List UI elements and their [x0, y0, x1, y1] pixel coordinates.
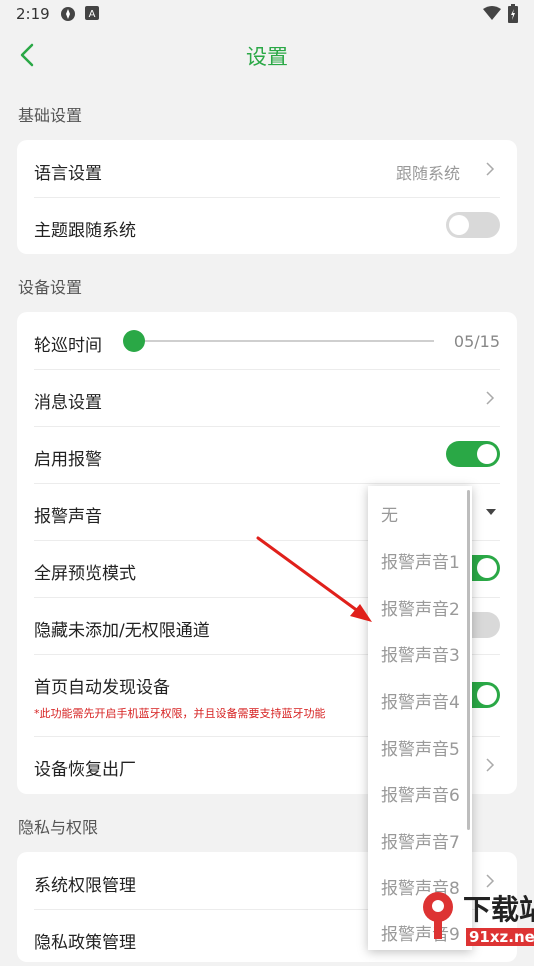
app-bar: 设置 — [0, 30, 534, 82]
chevron-right-icon — [486, 391, 495, 405]
language-settings-label: 语言设置 — [34, 164, 102, 184]
toggle-knob — [449, 215, 469, 235]
dropdown-option[interactable]: 报警声音2 — [381, 595, 460, 620]
dropdown-option[interactable]: 报警声音7 — [381, 828, 460, 853]
dropdown-option[interactable]: 报警声音4 — [381, 688, 460, 713]
section-title-privacy: 隐私与权限 — [18, 818, 99, 837]
theme-follow-system-row: 主题跟随系统 — [17, 197, 517, 254]
dropdown-option[interactable]: 无 — [381, 501, 398, 526]
dropdown-option[interactable]: 报警声音1 — [381, 548, 460, 573]
hide-channels-label: 隐藏未添加/无权限通道 — [34, 621, 210, 641]
app-notification-icon — [61, 7, 75, 21]
watermark-logo — [423, 892, 453, 939]
message-settings-label: 消息设置 — [34, 393, 102, 413]
toggle-knob — [477, 444, 497, 464]
red-arrow-annotation — [256, 536, 372, 622]
dropdown-option[interactable]: 报警声音6 — [381, 781, 460, 806]
watermark-title: 下载站 — [463, 893, 534, 926]
status-time: 2:19 — [16, 5, 50, 23]
theme-follow-system-label: 主题跟随系统 — [34, 221, 136, 241]
chevron-right-icon — [486, 874, 495, 888]
patrol-time-slider-thumb[interactable] — [123, 330, 145, 352]
theme-follow-system-toggle[interactable] — [446, 212, 500, 238]
section-title-basic: 基础设置 — [18, 106, 83, 125]
language-settings-value: 跟随系统 — [395, 164, 460, 183]
privacy-policy-label: 隐私政策管理 — [34, 933, 136, 953]
chevron-right-icon — [486, 162, 495, 176]
patrol-time-value: 05/15 — [453, 332, 500, 351]
watermark-url: 91xz.net — [466, 928, 534, 946]
dropdown-scrollbar[interactable] — [467, 490, 470, 830]
page-title: 设置 — [246, 45, 288, 69]
fullscreen-preview-label: 全屏预览模式 — [34, 564, 136, 584]
enable-alarm-row: 启用报警 — [17, 426, 517, 483]
svg-text:A: A — [89, 9, 96, 20]
message-settings-row[interactable]: 消息设置 — [17, 369, 517, 426]
section-title-device: 设备设置 — [18, 278, 83, 297]
language-settings-row[interactable]: 语言设置 跟随系统 — [17, 140, 517, 197]
a-notification-icon: A — [85, 6, 99, 20]
toggle-knob — [477, 685, 497, 705]
chevron-right-icon — [486, 758, 495, 772]
status-bar: 2:19 A — [0, 0, 534, 30]
alarm-sound-dropdown[interactable]: 无 报警声音1 报警声音2 报警声音3 报警声音4 报警声音5 报警声音6 报警… — [368, 486, 472, 950]
battery-icon — [508, 4, 518, 23]
patrol-time-row: 轮巡时间 05/15 — [17, 312, 517, 369]
wifi-icon — [483, 6, 501, 20]
auto-discover-label: 首页自动发现设备 — [34, 678, 170, 698]
enable-alarm-label: 启用报警 — [34, 450, 102, 470]
enable-alarm-toggle[interactable] — [446, 441, 500, 467]
alarm-sound-label: 报警声音 — [34, 507, 102, 527]
dropdown-option[interactable]: 报警声音5 — [381, 735, 460, 760]
basic-settings-card: 语言设置 跟随系统 主题跟随系统 — [17, 140, 517, 254]
dropdown-caret-icon[interactable] — [485, 508, 497, 516]
system-permissions-label: 系统权限管理 — [34, 876, 136, 896]
patrol-time-slider-track[interactable] — [134, 340, 434, 342]
patrol-time-label: 轮巡时间 — [34, 336, 102, 356]
toggle-knob — [477, 558, 497, 578]
factory-reset-label: 设备恢复出厂 — [34, 760, 136, 780]
dropdown-option[interactable]: 报警声音3 — [381, 641, 460, 666]
bluetooth-note: *此功能需先开启手机蓝牙权限，并且设备需要支持蓝牙功能 — [34, 707, 326, 720]
